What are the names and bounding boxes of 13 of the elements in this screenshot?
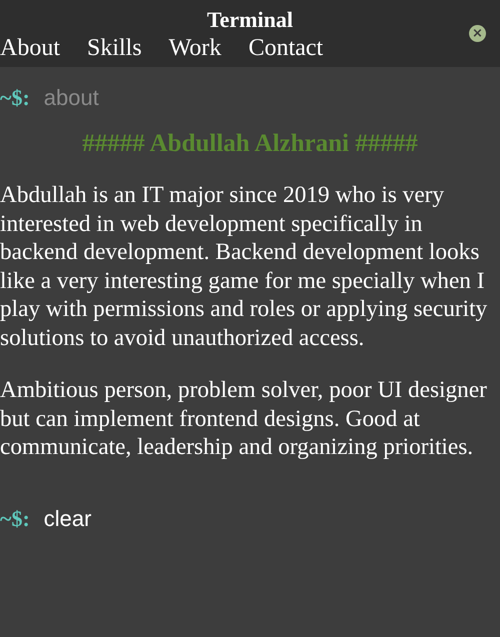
prompt: ~$: xyxy=(0,506,30,532)
window-title: Terminal xyxy=(207,7,293,33)
nav-link[interactable]: Contact xyxy=(248,33,324,63)
close-button[interactable]: × xyxy=(469,25,486,42)
paragraph: Abdullah is an IT major since 2019 who is very interested in web development specifically in backend development. Backend development looks like a very interesting game for me specially when I play with permissions and roles or applying security solutions to avoid unauthorized access. xyxy=(0,181,488,352)
command-text: about xyxy=(44,85,99,111)
nav-link[interactable]: Work xyxy=(168,33,222,63)
nav-link[interactable]: Skills xyxy=(87,33,142,63)
nav-link[interactable]: About xyxy=(0,33,60,63)
paragraph: Ambitious person, problem solver, poor UI designer but can implement frontend designs. Good at communicate, leadership and organizing priorities. xyxy=(0,376,488,462)
heading: ##### Abdullah Alzhrani ##### xyxy=(82,129,418,159)
command-input[interactable]: clear xyxy=(44,506,244,532)
prompt: ~$: xyxy=(0,85,30,111)
